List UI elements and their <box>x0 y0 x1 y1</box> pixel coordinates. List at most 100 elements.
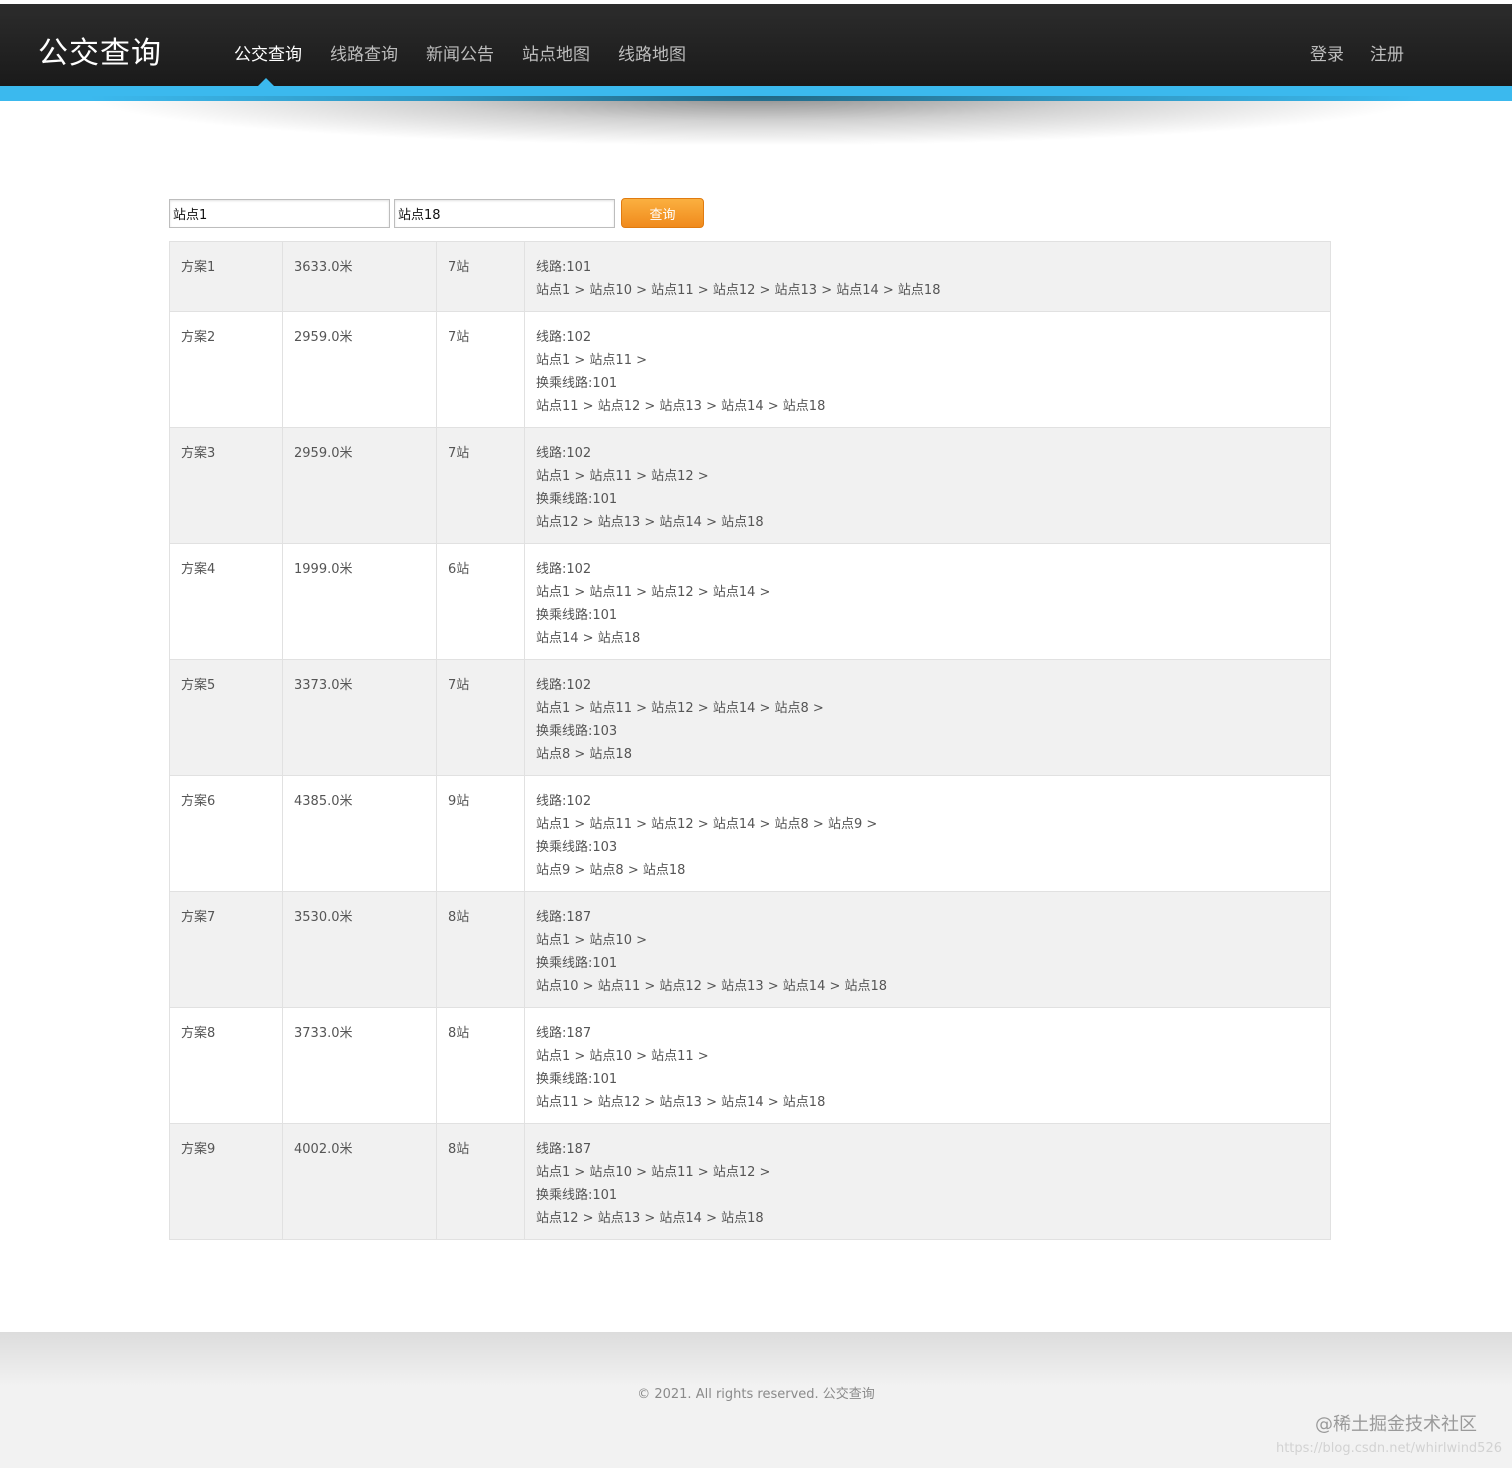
stops-cell: 8站 <box>436 1123 525 1240</box>
route-line: 换乘线路:101 <box>536 608 618 623</box>
route-cell: 线路:102 站点1 > 站点11 > 站点12 > 换乘线路:101 站点12 > … <box>524 427 1331 544</box>
header-bar: 公交查询 公交查询 线路查询 新闻公告 站点地图 线路地图 登录 注册 <box>0 4 1512 86</box>
table-row: 方案2 2959.0米 7站 线路:102 站点1 > 站点11 > 换乘线路:101 站点… <box>169 311 1331 428</box>
juejin-watermark: @稀土掘金技术社区 <box>1315 1414 1477 1435</box>
route-line: 换乘线路:103 <box>536 724 618 739</box>
user-links: 登录 注册 <box>1310 40 1404 65</box>
route-cell: 线路:187 站点1 > 站点10 > 换乘线路:101 站点10 > 站点11 > … <box>524 891 1331 1008</box>
route-line: 站点11 > 站点12 > 站点13 > 站点14 > 站点18 <box>536 399 826 414</box>
distance-cell: 3373.0米 <box>282 659 437 776</box>
route-line: 站点1 > 站点10 > 站点11 > 站点12 > <box>536 1165 771 1180</box>
route-line: 站点1 > 站点11 > <box>536 353 647 368</box>
nav-station-map[interactable]: 站点地图 <box>522 40 590 65</box>
stops-cell: 8站 <box>436 1007 525 1124</box>
distance-cell: 4002.0米 <box>282 1123 437 1240</box>
plan-cell: 方案6 <box>169 775 283 892</box>
route-cell: 线路:187 站点1 > 站点10 > 站点11 > 换乘线路:101 站点11 > … <box>524 1007 1331 1124</box>
route-line: 站点9 > 站点8 > 站点18 <box>536 863 686 878</box>
route-line: 换乘线路:101 <box>536 1188 618 1203</box>
distance-cell: 3633.0米 <box>282 241 437 312</box>
distance-cell: 1999.0米 <box>282 543 437 660</box>
table-row: 方案6 4385.0米 9站 线路:102 站点1 > 站点11 > 站点12 > 站点… <box>169 775 1331 892</box>
route-line: 换乘线路:101 <box>536 376 618 391</box>
route-line: 换乘线路:103 <box>536 840 618 855</box>
table-row: 方案8 3733.0米 8站 线路:187 站点1 > 站点10 > 站点11 > 换乘线… <box>169 1007 1331 1124</box>
from-station-input[interactable] <box>169 198 390 228</box>
plan-cell: 方案7 <box>169 891 283 1008</box>
route-line: 线路:101 <box>536 260 592 275</box>
site-logo[interactable]: 公交查询 <box>38 28 162 72</box>
results-table: 方案1 3633.0米 7站 线路:101 站点1 > 站点10 > 站点11 > 站点… <box>169 241 1331 1240</box>
route-line: 线路:102 <box>536 794 592 809</box>
route-line: 站点1 > 站点10 > 站点11 > 站点12 > 站点13 > 站点14 >… <box>536 283 941 298</box>
route-line: 换乘线路:101 <box>536 1072 618 1087</box>
route-line: 站点1 > 站点10 > 站点11 > <box>536 1049 709 1064</box>
nav-bus-query[interactable]: 公交查询 <box>234 40 302 65</box>
table-row: 方案4 1999.0米 6站 线路:102 站点1 > 站点11 > 站点12 > 站点… <box>169 543 1331 660</box>
stops-cell: 6站 <box>436 543 525 660</box>
distance-cell: 2959.0米 <box>282 311 437 428</box>
to-station-input[interactable] <box>394 198 615 228</box>
route-line: 站点12 > 站点13 > 站点14 > 站点18 <box>536 515 764 530</box>
route-line: 站点1 > 站点11 > 站点12 > 站点14 > 站点8 > <box>536 701 824 716</box>
route-cell: 线路:102 站点1 > 站点11 > 站点12 > 站点14 > 换乘线路:101… <box>524 543 1331 660</box>
route-line: 站点12 > 站点13 > 站点14 > 站点18 <box>536 1211 764 1226</box>
route-line: 线路:102 <box>536 678 592 693</box>
route-cell: 线路:187 站点1 > 站点10 > 站点11 > 站点12 > 换乘线路:101… <box>524 1123 1331 1240</box>
url-watermark: https://blog.csdn.net/whirlwind526 <box>1275 1441 1502 1456</box>
nav-line-map[interactable]: 线路地图 <box>618 40 686 65</box>
plan-cell: 方案4 <box>169 543 283 660</box>
distance-cell: 3530.0米 <box>282 891 437 1008</box>
distance-cell: 4385.0米 <box>282 775 437 892</box>
table-row: 方案9 4002.0米 8站 线路:187 站点1 > 站点10 > 站点11 > 站点… <box>169 1123 1331 1240</box>
distance-cell: 2959.0米 <box>282 427 437 544</box>
stops-cell: 9站 <box>436 775 525 892</box>
copyright-text: © 2021. All rights reserved. 公交查询 <box>637 1387 875 1402</box>
route-line: 站点11 > 站点12 > 站点13 > 站点14 > 站点18 <box>536 1095 826 1110</box>
nav-line-query[interactable]: 线路查询 <box>330 40 398 65</box>
login-link[interactable]: 登录 <box>1310 40 1344 65</box>
register-link[interactable]: 注册 <box>1370 40 1404 65</box>
route-line: 站点14 > 站点18 <box>536 631 641 646</box>
header-shadow <box>80 96 1432 146</box>
stops-cell: 7站 <box>436 241 525 312</box>
route-line: 线路:102 <box>536 562 592 577</box>
route-line: 站点1 > 站点11 > 站点12 > 站点14 > 站点8 > 站点9 > <box>536 817 878 832</box>
route-line: 站点1 > 站点11 > 站点12 > <box>536 469 709 484</box>
nav-news[interactable]: 新闻公告 <box>426 40 494 65</box>
plan-cell: 方案3 <box>169 427 283 544</box>
route-line: 线路:187 <box>536 910 592 925</box>
plan-cell: 方案2 <box>169 311 283 428</box>
route-line: 站点10 > 站点11 > 站点12 > 站点13 > 站点14 > 站点18 <box>536 979 888 994</box>
route-line: 站点8 > 站点18 <box>536 747 632 762</box>
route-line: 换乘线路:101 <box>536 492 618 507</box>
route-cell: 线路:102 站点1 > 站点11 > 站点12 > 站点14 > 站点8 > 站… <box>524 775 1331 892</box>
stops-cell: 7站 <box>436 311 525 428</box>
query-button[interactable]: 查询 <box>621 198 704 228</box>
route-line: 线路:187 <box>536 1026 592 1041</box>
route-line: 换乘线路:101 <box>536 956 618 971</box>
route-line: 线路:102 <box>536 330 592 345</box>
stops-cell: 7站 <box>436 427 525 544</box>
table-row: 方案7 3530.0米 8站 线路:187 站点1 > 站点10 > 换乘线路:101 站点… <box>169 891 1331 1008</box>
route-cell: 线路:102 站点1 > 站点11 > 站点12 > 站点14 > 站点8 > 换乘… <box>524 659 1331 776</box>
route-line: 线路:102 <box>536 446 592 461</box>
main-nav: 公交查询 线路查询 新闻公告 站点地图 线路地图 <box>234 40 686 65</box>
stops-cell: 8站 <box>436 891 525 1008</box>
route-line: 站点1 > 站点10 > <box>536 933 647 948</box>
table-row: 方案1 3633.0米 7站 线路:101 站点1 > 站点10 > 站点11 > 站点… <box>169 241 1331 312</box>
plan-cell: 方案8 <box>169 1007 283 1124</box>
table-row: 方案5 3373.0米 7站 线路:102 站点1 > 站点11 > 站点12 > 站点… <box>169 659 1331 776</box>
route-line: 站点1 > 站点11 > 站点12 > 站点14 > <box>536 585 771 600</box>
stops-cell: 7站 <box>436 659 525 776</box>
route-cell: 线路:101 站点1 > 站点10 > 站点11 > 站点12 > 站点13 > … <box>524 241 1331 312</box>
route-cell: 线路:102 站点1 > 站点11 > 换乘线路:101 站点11 > 站点12 > … <box>524 311 1331 428</box>
distance-cell: 3733.0米 <box>282 1007 437 1124</box>
plan-cell: 方案9 <box>169 1123 283 1240</box>
route-line: 线路:187 <box>536 1142 592 1157</box>
search-form: 查询 <box>169 198 704 228</box>
table-row: 方案3 2959.0米 7站 线路:102 站点1 > 站点11 > 站点12 > 换乘线… <box>169 427 1331 544</box>
plan-cell: 方案1 <box>169 241 283 312</box>
plan-cell: 方案5 <box>169 659 283 776</box>
active-nav-pointer <box>258 78 274 86</box>
